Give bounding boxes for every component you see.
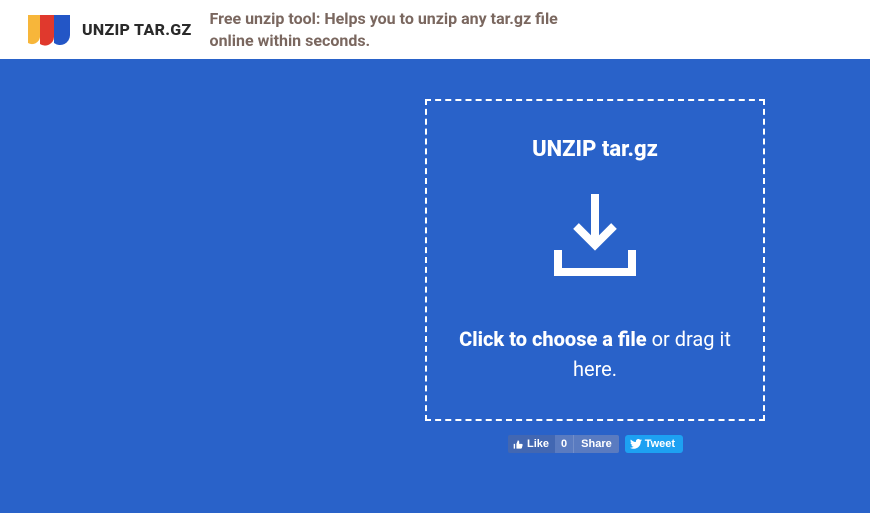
twitter-tweet-label: Tweet [645, 438, 675, 450]
facebook-share-button[interactable]: Share [573, 435, 619, 453]
dropzone-instruction: Click to choose a file or drag it here. [447, 324, 743, 384]
twitter-icon [630, 439, 642, 449]
facebook-like-label: Like [527, 438, 549, 450]
facebook-group: Like 0 Share [508, 435, 619, 453]
twitter-tweet-button[interactable]: Tweet [625, 435, 683, 453]
tagline: Free unzip tool: Helps you to unzip any … [210, 8, 590, 51]
header: UNZIP TAR.GZ Free unzip tool: Helps you … [0, 0, 870, 59]
social-buttons: Like 0 Share Tweet [508, 435, 683, 453]
facebook-like-count: 0 [555, 435, 573, 453]
thumbs-up-icon [513, 439, 524, 450]
hero: UNZIP tar.gz Click to choose a file or d… [0, 59, 870, 513]
download-icon [548, 190, 642, 282]
brand-name: UNZIP TAR.GZ [82, 20, 192, 39]
dropzone-title: UNZIP tar.gz [532, 137, 658, 162]
facebook-like-button[interactable]: Like [508, 435, 555, 453]
file-dropzone[interactable]: UNZIP tar.gz Click to choose a file or d… [425, 99, 765, 421]
logo-icon [26, 13, 74, 47]
dropzone-cta-bold: Click to choose a file [459, 327, 647, 351]
logo[interactable]: UNZIP TAR.GZ [26, 13, 192, 47]
